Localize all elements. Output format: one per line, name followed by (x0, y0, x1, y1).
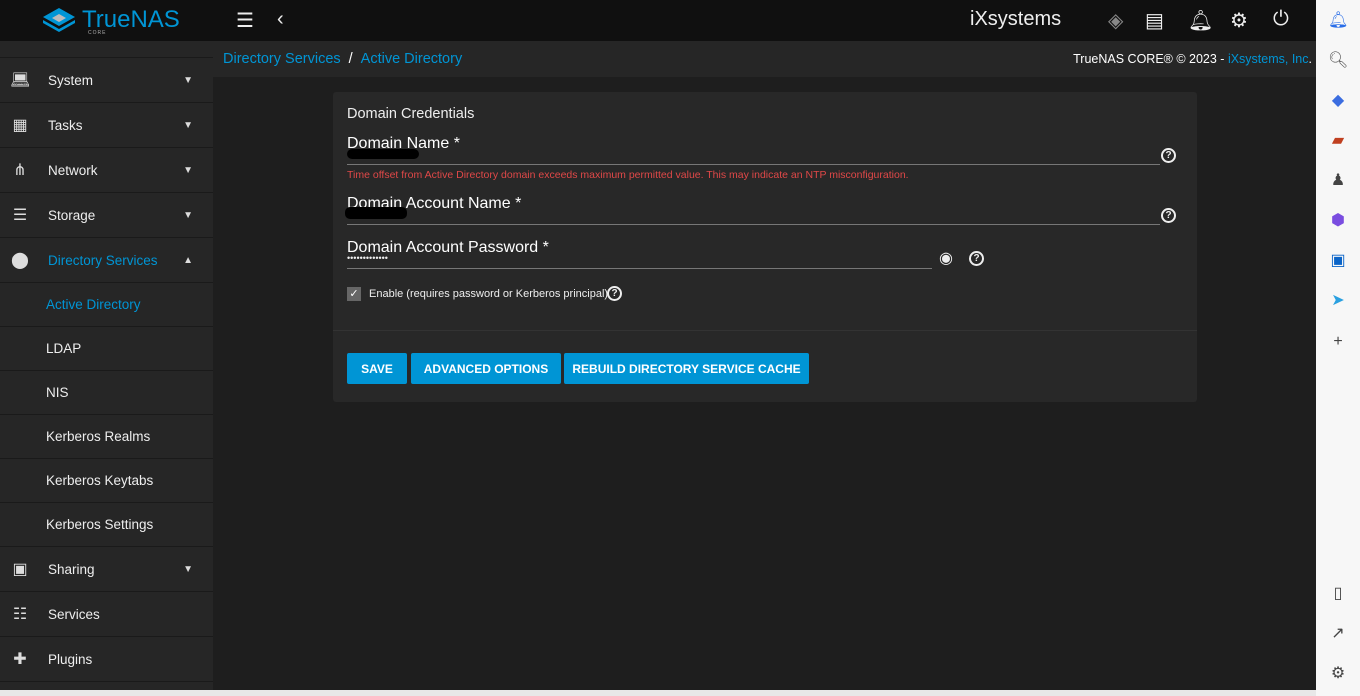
sidebar: 💻︎ System ▼ ▦ Tasks ▼ ⋔ Network ▼ ☰ Storage ▼ ⬤ D… (0, 41, 213, 690)
label: Directory Services (48, 252, 158, 268)
caret-down-icon: ▼ (183, 119, 193, 131)
truenas-logo-icon (43, 8, 75, 32)
caret-down-icon: ▼ (183, 74, 193, 86)
breadcrumb-separator: / (348, 51, 353, 67)
breadcrumb-bar: Directory Services / Active Directory True… (213, 41, 1316, 77)
rebuild-cache-button[interactable]: REBUILD DIRECTORY SERVICE CACHE (564, 353, 809, 384)
sidebar-item-directory-services[interactable]: ⬤ Directory Services ▲ (0, 238, 213, 283)
help-icon[interactable]: ? (1161, 208, 1176, 223)
help-icon[interactable]: ? (607, 286, 622, 301)
sidebar-item-network[interactable]: ⋔ Network ▼ (0, 148, 213, 193)
add-icon[interactable]: + (1328, 333, 1348, 351)
sidebar-item-sharing[interactable]: ▣ Sharing ▼ (0, 547, 213, 592)
truecommand-icon[interactable]: ◈ (1108, 8, 1123, 33)
toolbox-icon[interactable]: ▰ (1328, 130, 1348, 150)
ixsystems-logo[interactable]: iXsystems (970, 8, 1061, 31)
card-title: Domain Credentials (347, 106, 475, 122)
advanced-options-button[interactable]: ADVANCED OPTIONS (411, 353, 561, 384)
domain-credentials-card: Domain Credentials Domain Name * ? Time … (333, 92, 1197, 402)
enable-label: Enable (requires password or Kerberos pr… (369, 288, 609, 300)
sidebar-toggle-icon[interactable]: ▯ (1328, 583, 1348, 603)
domain-name-input[interactable] (347, 164, 1160, 165)
label: Tasks (48, 117, 83, 133)
password-underline (347, 268, 932, 269)
redacted-domain-name (347, 149, 419, 159)
puzzle-icon: ✚ (13, 651, 27, 668)
sidebar-item-active-directory[interactable]: Active Directory (0, 283, 213, 327)
calendar-icon: ▦ (12, 117, 28, 134)
settings-icon[interactable]: ⚙ (1328, 663, 1348, 683)
password-input[interactable]: ••••••••••••• (347, 253, 388, 263)
copyright: TrueNAS CORE® © 2023 - iXsystems, Inc. (1073, 52, 1312, 66)
breadcrumb-parent[interactable]: Directory Services (223, 51, 341, 67)
sidebar-item-kerberos-settings[interactable]: Kerberos Settings (0, 503, 213, 547)
directory-icon: ⬤ (11, 252, 29, 269)
label: System (48, 72, 94, 88)
help-icon[interactable]: ? (1161, 148, 1176, 163)
enable-checkbox[interactable]: ✓ (347, 287, 361, 301)
label: Sharing (48, 561, 95, 577)
error-message: Time offset from Active Directory domain… (347, 169, 909, 181)
caret-down-icon: ▼ (183, 563, 193, 575)
laptop-icon: 💻︎ (10, 72, 31, 89)
breadcrumb-current[interactable]: Active Directory (361, 51, 463, 67)
clipboard-icon[interactable]: ▤ (1145, 8, 1164, 33)
sidebar-item-tasks[interactable]: ▦ Tasks ▼ (0, 103, 213, 148)
label: Storage (48, 207, 96, 223)
sidebar-item-plugins[interactable]: ✚ Plugins (0, 637, 213, 682)
copyright-end: . (1308, 52, 1312, 66)
external-link-icon[interactable]: ↗ (1328, 623, 1348, 643)
copyright-text: TrueNAS CORE® © 2023 - (1073, 52, 1228, 66)
search-icon[interactable]: 🔍︎ (1328, 50, 1348, 70)
label: Network (48, 162, 98, 178)
label: Plugins (48, 651, 93, 667)
gear-icon[interactable]: ⚙ (1230, 8, 1248, 33)
sharing-icon: ▣ (12, 561, 28, 578)
brand-sub: CORE (88, 30, 107, 36)
sidebar-item-storage[interactable]: ☰ Storage ▼ (0, 193, 213, 238)
breadcrumb: Directory Services / Active Directory (223, 51, 462, 67)
account-name-input[interactable] (347, 224, 1160, 225)
menu-icon[interactable]: ☰ (236, 8, 254, 33)
divider (333, 330, 1197, 331)
sidebar-item-kerberos-keytabs[interactable]: Kerberos Keytabs (0, 459, 213, 503)
label: Services (48, 606, 100, 622)
tune-icon: ☷ (12, 606, 28, 623)
storage-icon: ☰ (12, 207, 28, 224)
sidebar-item-services[interactable]: ☷ Services (0, 592, 213, 637)
bottom-border (0, 690, 1316, 696)
caret-down-icon: ▼ (183, 164, 193, 176)
ixsystems-link[interactable]: iXsystems, Inc (1228, 52, 1309, 66)
copilot-icon[interactable]: ⬢ (1328, 210, 1348, 230)
collapse-chevron-icon[interactable]: ‹ (277, 8, 284, 31)
power-icon[interactable]: ⏻ (1273, 8, 1289, 31)
caret-down-icon: ▼ (183, 209, 193, 221)
sidebar-item-nis[interactable]: NIS (0, 371, 213, 415)
send-icon[interactable]: ➤ (1328, 290, 1348, 310)
browser-sidebar: 🔔︎ 🔍︎ ◆ ▰ ♟ ⬢ ▣ ➤ + ▯ ↗ ⚙ (1316, 0, 1360, 696)
network-icon: ⋔ (13, 162, 27, 179)
save-button[interactable]: SAVE (347, 353, 407, 384)
tag-icon[interactable]: ◆ (1328, 90, 1348, 110)
sidebar-item-kerberos-realms[interactable]: Kerberos Realms (0, 415, 213, 459)
sidebar-item-partial[interactable] (0, 41, 213, 58)
eye-off-icon[interactable]: ◉ (939, 248, 953, 268)
help-icon[interactable]: ? (969, 251, 984, 266)
truenas-logo[interactable]: TrueNAS CORE (42, 6, 180, 36)
caret-up-icon: ▲ (183, 254, 193, 266)
bell-icon[interactable]: 🔔︎ (1328, 10, 1348, 30)
top-bar: TrueNAS CORE ☰ ‹ iXsystems ◈ ▤ 🔔︎ ⚙ ⏻ (0, 0, 1316, 41)
sidebar-item-ldap[interactable]: LDAP (0, 327, 213, 371)
redacted-account-name (345, 207, 407, 219)
bell-icon[interactable]: 🔔︎ (1188, 8, 1213, 33)
sidebar-item-system[interactable]: 💻︎ System ▼ (0, 58, 213, 103)
outlook-icon[interactable]: ▣ (1328, 250, 1348, 270)
chess-icon[interactable]: ♟ (1328, 170, 1348, 190)
